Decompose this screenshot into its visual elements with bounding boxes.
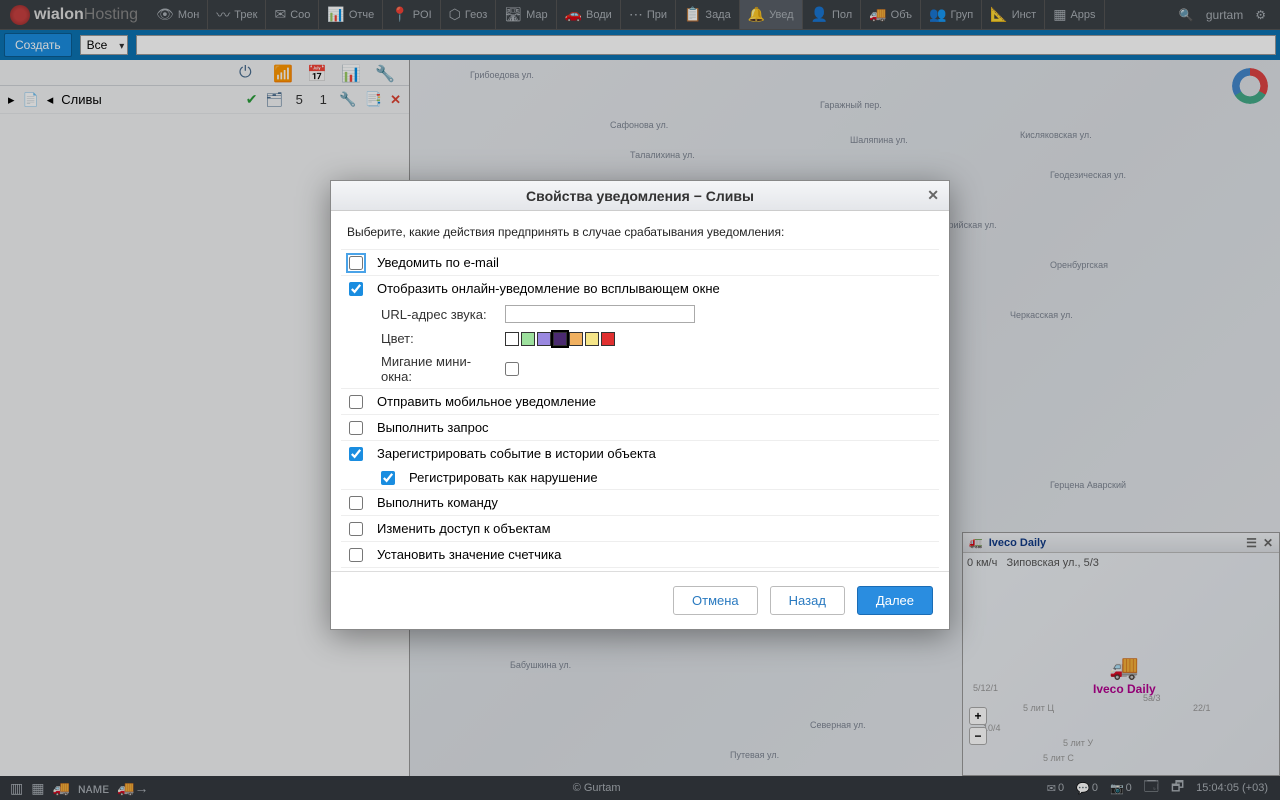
dialog-title-bar: Свойства уведомления − Сливы ✕	[331, 181, 949, 211]
color-swatch-1[interactable]	[521, 332, 535, 346]
color-label: Цвет:	[381, 331, 491, 346]
register-label: Зарегистрировать событие в истории объек…	[377, 446, 656, 461]
dialog-title: Свойства уведомления − Сливы	[526, 188, 754, 204]
cancel-button[interactable]: Отмена	[673, 586, 758, 615]
email-label: Уведомить по e-mail	[377, 255, 499, 270]
dialog-body: Выберите, какие действия предпринять в с…	[331, 211, 949, 571]
modal-overlay: Свойства уведомления − Сливы ✕ Выберите,…	[0, 0, 1280, 800]
sound-url-label: URL-адрес звука:	[381, 307, 491, 322]
dialog-instructions: Выберите, какие действия предпринять в с…	[341, 221, 939, 249]
color-swatch-4[interactable]	[569, 332, 583, 346]
notification-properties-dialog: Свойства уведомления − Сливы ✕ Выберите,…	[330, 180, 950, 630]
mobile-label: Отправить мобильное уведомление	[377, 394, 596, 409]
mobile-checkbox[interactable]	[349, 395, 363, 409]
popup-label: Отобразить онлайн-уведомление во всплыва…	[377, 281, 720, 296]
counter-set-label: Установить значение счетчика	[377, 547, 561, 562]
color-swatch-6[interactable]	[601, 332, 615, 346]
color-swatch-5[interactable]	[585, 332, 599, 346]
color-swatches	[505, 332, 615, 346]
next-button[interactable]: Далее	[857, 586, 933, 615]
color-swatch-0[interactable]	[505, 332, 519, 346]
flash-label: Мигание мини-окна:	[381, 354, 491, 384]
color-swatch-3[interactable]	[553, 332, 567, 346]
popup-checkbox[interactable]	[349, 282, 363, 296]
access-label: Изменить доступ к объектам	[377, 521, 551, 536]
dialog-footer: Отмена Назад Далее	[331, 571, 949, 629]
flash-checkbox[interactable]	[505, 362, 519, 376]
dialog-close-icon[interactable]: ✕	[927, 187, 939, 204]
command-label: Выполнить команду	[377, 495, 498, 510]
sound-url-input[interactable]	[505, 305, 695, 323]
violation-checkbox[interactable]	[381, 471, 395, 485]
back-button[interactable]: Назад	[770, 586, 845, 615]
register-checkbox[interactable]	[349, 447, 363, 461]
request-checkbox[interactable]	[349, 421, 363, 435]
request-label: Выполнить запрос	[377, 420, 489, 435]
color-swatch-2[interactable]	[537, 332, 551, 346]
command-checkbox[interactable]	[349, 496, 363, 510]
email-checkbox[interactable]	[349, 256, 363, 270]
access-checkbox[interactable]	[349, 522, 363, 536]
violation-label: Регистрировать как нарушение	[409, 470, 598, 485]
counter-set-checkbox[interactable]	[349, 548, 363, 562]
